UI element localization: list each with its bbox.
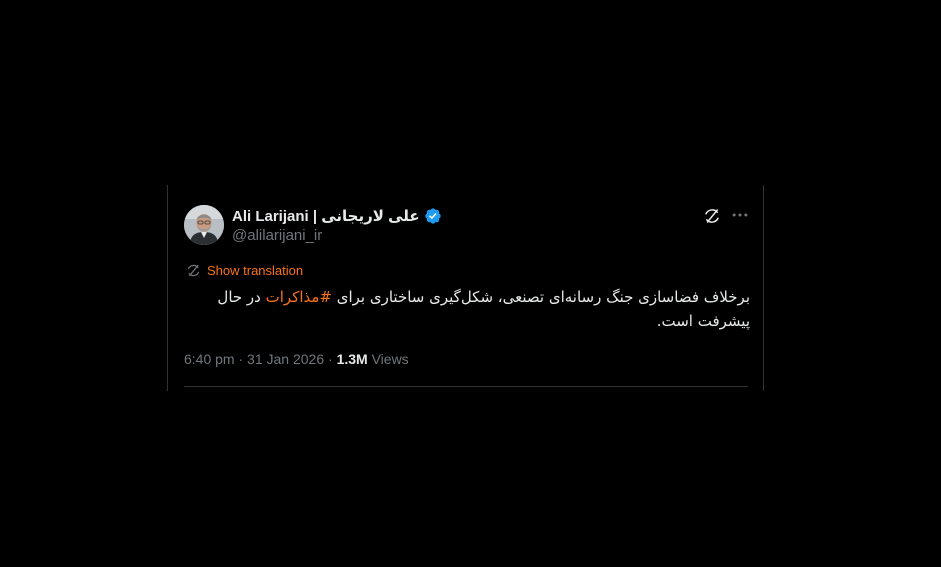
tweet-meta: 6:40 pm · 31 Jan 2026 · 1.3M Views: [184, 351, 409, 367]
tweet-date[interactable]: 31 Jan 2026: [247, 351, 324, 367]
meta-separator: ·: [328, 351, 333, 367]
tweet-time[interactable]: 6:40 pm: [184, 351, 235, 367]
author-display-name[interactable]: Ali Larijani | علی لاریجانی: [232, 207, 420, 225]
meta-separator: ·: [238, 351, 244, 367]
divider: [184, 386, 748, 387]
tweet-text-part-1: برخلاف فضاسازی جنگ رسانه‌ای تصنعی، شکل‌گ…: [331, 288, 750, 306]
tweet-text: برخلاف فضاسازی جنگ رسانه‌ای تصنعی، شکل‌گ…: [184, 285, 750, 333]
avatar[interactable]: [184, 205, 224, 245]
author-handle[interactable]: @alilarijani_ir: [232, 227, 322, 244]
show-translation-button[interactable]: Show translation: [186, 263, 303, 278]
views-label: Views: [371, 351, 409, 367]
more-dots-icon[interactable]: [730, 205, 750, 225]
hashtag-link[interactable]: #مذاکرات: [266, 288, 332, 306]
translate-icon: [187, 264, 200, 277]
tweet-card[interactable]: Ali Larijani | علی لاریجانی @alilarijani…: [167, 185, 764, 391]
show-translation-label[interactable]: Show translation: [207, 263, 303, 278]
author-name-row[interactable]: Ali Larijani | علی لاریجانی: [232, 206, 442, 226]
grok-icon[interactable]: [703, 207, 721, 225]
avatar-image: [184, 205, 224, 245]
views-count[interactable]: 1.3M: [337, 351, 368, 367]
verified-badge-icon: [424, 208, 441, 224]
